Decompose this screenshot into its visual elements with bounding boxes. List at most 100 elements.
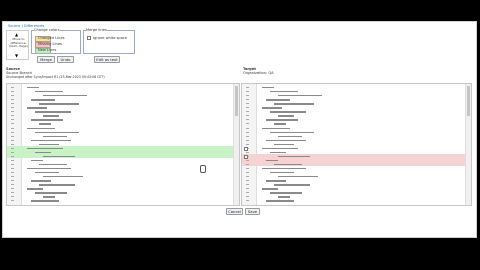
line-number-marker (246, 168, 249, 169)
code-line (35, 192, 67, 194)
ignore-whitespace-checkbox[interactable] (87, 36, 91, 40)
code-line (262, 87, 274, 89)
next-difference-button[interactable]: ▼ (15, 53, 18, 58)
line-number-marker (11, 115, 14, 117)
line-number-marker (11, 147, 14, 149)
target-scrollbar[interactable] (465, 84, 471, 205)
line-number-marker (246, 107, 249, 109)
code-line (278, 196, 290, 198)
code-line (35, 172, 59, 174)
code-line (262, 107, 282, 109)
line-number-marker (246, 135, 249, 137)
nav-panel: ▲ Move to difference. (Num. Page) ▼ (6, 30, 29, 60)
edit-as-text-button[interactable]: Edit as text (94, 56, 120, 63)
nav-label: Move to difference. (Num. Page) (9, 37, 28, 49)
line-number-marker (246, 143, 249, 145)
source-info: Unchanged after Sync/Import R1 (23-Mar-2… (6, 75, 105, 79)
code-line (31, 119, 63, 121)
line-number-marker (246, 180, 249, 182)
line-number-marker (246, 99, 249, 101)
line-number-marker (246, 159, 249, 161)
code-line (270, 111, 306, 113)
code-line (39, 184, 75, 186)
source-scrollbar[interactable] (233, 84, 239, 205)
line-number-marker (246, 91, 249, 93)
code-line (39, 143, 59, 146)
code-line (274, 184, 310, 186)
code-line (31, 139, 71, 142)
code-line (31, 99, 55, 101)
code-line (270, 131, 314, 133)
source-editor[interactable] (6, 83, 240, 206)
merge-button[interactable]: Merge (37, 56, 55, 63)
code-line (270, 91, 298, 93)
line-number-marker (11, 172, 14, 174)
code-line (274, 143, 294, 146)
line-number-marker (11, 119, 14, 121)
code-line (278, 135, 302, 137)
code-line (27, 87, 39, 89)
code-line (266, 180, 286, 182)
target-editor[interactable] (241, 83, 472, 206)
line-number-marker (246, 127, 249, 129)
code-line (35, 151, 51, 154)
code-line (43, 115, 59, 117)
line-number-marker (246, 196, 249, 198)
line-number-marker (246, 115, 249, 117)
code-line (27, 107, 47, 109)
line-number-marker (246, 95, 249, 97)
line-number-marker (246, 103, 249, 105)
code-line (278, 155, 310, 158)
line-number-marker (246, 188, 249, 190)
undo-button[interactable]: Undo (57, 56, 74, 63)
missing-lines-label: Missing Lines (38, 42, 62, 46)
line-number-marker (11, 184, 14, 186)
code-line (266, 200, 294, 202)
change-colors-group: Change colors Changed Lines Missing Line… (31, 28, 81, 54)
ignore-whitespace-label: Ignore white space (93, 36, 128, 40)
line-number-marker (246, 151, 249, 153)
line-number-marker (11, 188, 14, 190)
code-line (270, 192, 302, 194)
code-line (27, 188, 43, 190)
line-number-marker (246, 184, 249, 186)
code-line (43, 196, 55, 198)
line-number-marker (11, 135, 14, 137)
line-number-marker (246, 176, 249, 178)
line-number-marker (11, 99, 14, 101)
line-number-marker (246, 192, 249, 194)
changed-lines-label: Changed Lines (38, 36, 65, 40)
code-line (278, 95, 322, 97)
code-line (262, 147, 298, 150)
code-line (270, 151, 286, 154)
line-number-marker (11, 168, 14, 169)
line-number-marker (246, 123, 249, 125)
source-gutter (7, 84, 22, 205)
cancel-button[interactable]: Cancel (226, 208, 243, 215)
code-line (39, 163, 67, 166)
code-line (274, 103, 314, 105)
line-number-marker (11, 123, 14, 125)
new-lines-label: New Lines (38, 48, 57, 52)
line-number-marker (11, 176, 14, 178)
save-button[interactable]: Save (245, 208, 260, 215)
code-line (262, 168, 306, 170)
line-number-marker (11, 155, 14, 157)
line-number-marker (246, 172, 249, 174)
line-number-marker (246, 200, 249, 202)
line-number-marker (11, 103, 14, 105)
line-number-marker (11, 95, 14, 97)
line-number-marker (11, 163, 14, 165)
highlighted-line (7, 154, 234, 159)
code-line (35, 131, 79, 133)
merge-marker-icon[interactable] (244, 146, 248, 151)
diff-window: Source | Differences ▲ Move to differenc… (2, 21, 477, 238)
code-line (262, 127, 290, 129)
merge-lines-group: Merge lines Ignore white space (83, 28, 135, 54)
line-number-marker (11, 87, 14, 88)
target-gutter (242, 84, 257, 205)
line-number-marker (11, 151, 14, 153)
code-line (278, 115, 294, 117)
line-number-marker (11, 159, 14, 161)
merge-marker-icon[interactable] (244, 154, 248, 159)
